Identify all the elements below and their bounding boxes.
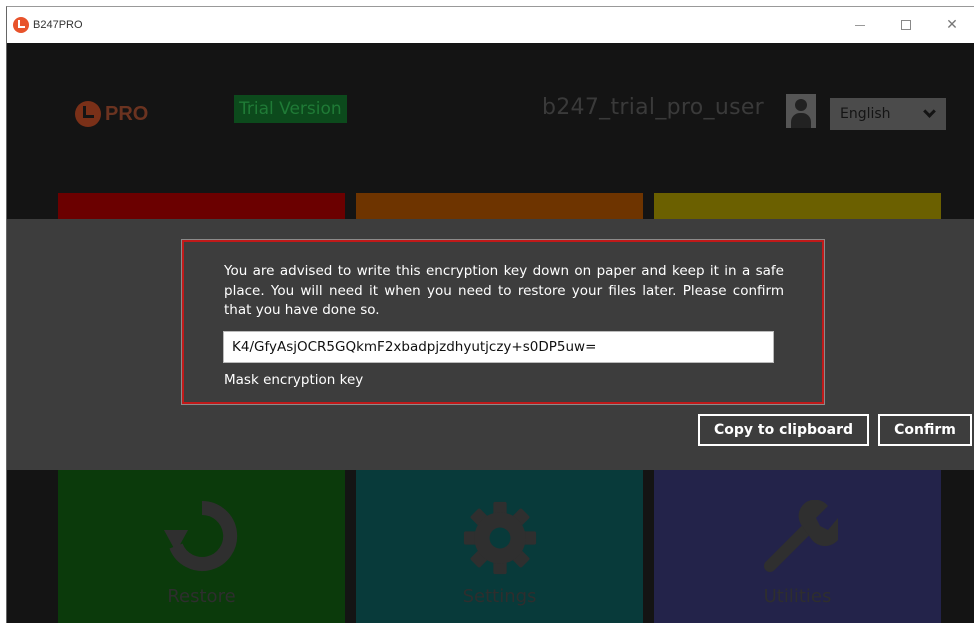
user-avatar-icon[interactable] bbox=[786, 94, 816, 128]
maximize-icon bbox=[901, 20, 911, 30]
highlighted-message-box: You are advised to write this encryption… bbox=[181, 239, 825, 405]
tile-backup-top[interactable] bbox=[58, 193, 345, 219]
app-window: B247PRO ✕ PRO Trial Version b247_trial_p… bbox=[6, 6, 974, 623]
minimize-button[interactable] bbox=[837, 7, 883, 43]
minimize-icon bbox=[855, 24, 865, 26]
app-header: PRO Trial Version b247_trial_pro_user En… bbox=[7, 43, 974, 193]
username-label: b247_trial_pro_user bbox=[542, 95, 765, 120]
advice-message: You are advised to write this encryption… bbox=[224, 263, 784, 318]
trial-version-badge: Trial Version bbox=[234, 95, 347, 123]
close-icon: ✕ bbox=[946, 17, 958, 33]
pro-logo: PRO bbox=[75, 101, 148, 127]
window-title: B247PRO bbox=[33, 19, 83, 31]
close-button[interactable]: ✕ bbox=[929, 7, 974, 43]
wrench-icon bbox=[654, 500, 941, 572]
tile-utilities-label: Utilities bbox=[763, 586, 832, 607]
tile-settings-label: Settings bbox=[462, 586, 537, 607]
confirm-button[interactable]: Confirm bbox=[878, 414, 972, 446]
tile-backup-sets-top[interactable] bbox=[356, 193, 643, 219]
app-content: PRO Trial Version b247_trial_pro_user En… bbox=[7, 43, 974, 623]
logo-icon bbox=[75, 101, 101, 127]
encryption-key-dialog: You are advised to write this encryption… bbox=[7, 219, 974, 470]
restore-icon bbox=[58, 500, 345, 572]
chevron-down-icon bbox=[923, 105, 936, 118]
gear-icon bbox=[356, 500, 643, 575]
maximize-button[interactable] bbox=[883, 7, 929, 43]
language-select[interactable]: English bbox=[830, 98, 946, 130]
title-bar: B247PRO ✕ bbox=[7, 7, 974, 43]
tile-settings[interactable]: Settings bbox=[356, 470, 643, 623]
tile-restore[interactable]: Restore bbox=[58, 470, 345, 623]
app-logo-icon bbox=[13, 17, 29, 33]
mask-encryption-key-link[interactable]: Mask encryption key bbox=[224, 372, 363, 388]
tile-utilities[interactable]: Utilities bbox=[654, 470, 941, 623]
copy-to-clipboard-button[interactable]: Copy to clipboard bbox=[698, 414, 869, 446]
tile-restore-label: Restore bbox=[167, 586, 236, 607]
encryption-key-field[interactable] bbox=[223, 331, 774, 363]
tile-report-top[interactable] bbox=[654, 193, 941, 219]
language-value: English bbox=[840, 106, 891, 122]
window-controls: ✕ bbox=[837, 7, 974, 43]
logo-text: PRO bbox=[105, 102, 149, 125]
